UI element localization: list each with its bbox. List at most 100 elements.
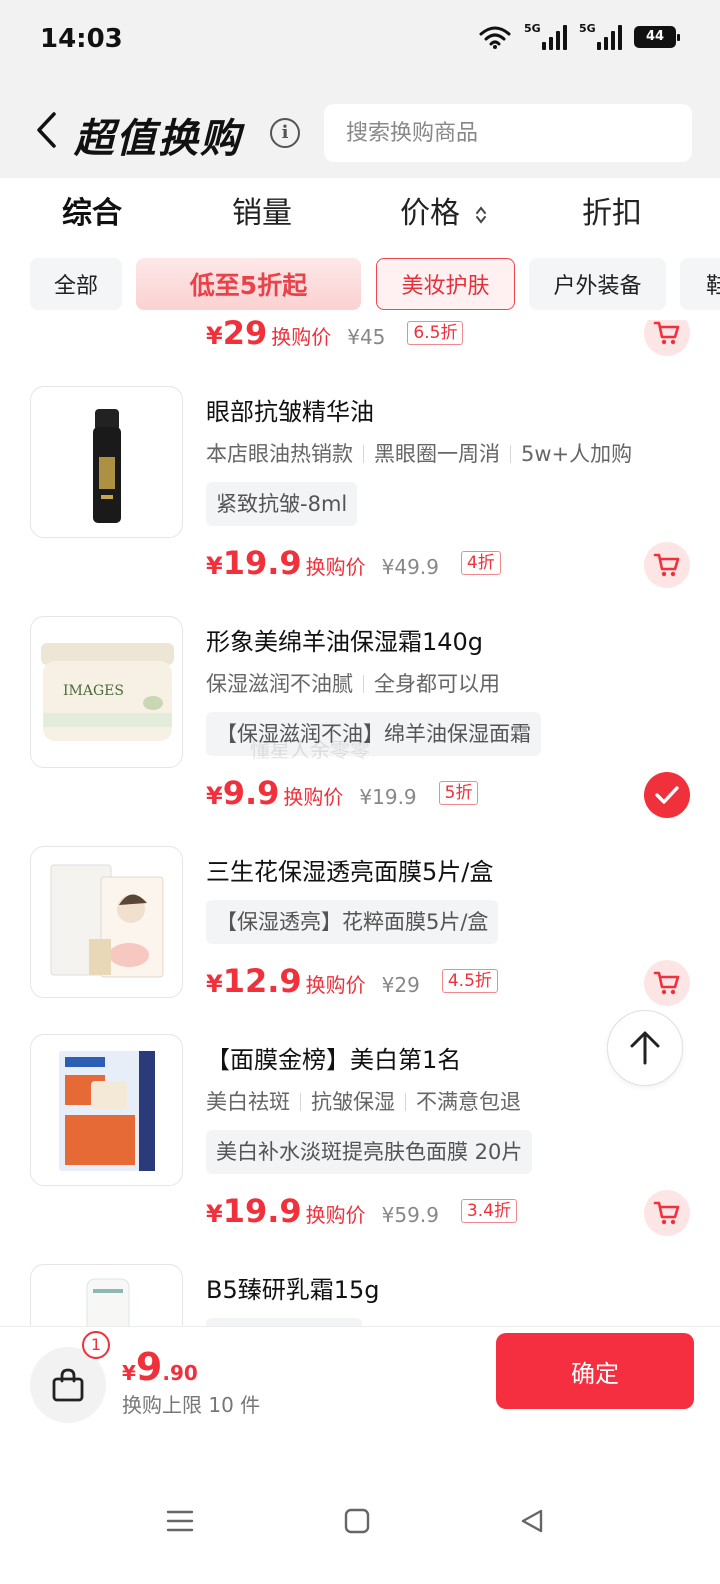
menu-nav-button[interactable] (166, 1508, 194, 1538)
exchange-price-label: 换购价 (305, 1203, 366, 1227)
product-tags: 本店眼油热销款 黑眼圈一周消 5w+人加购 (206, 438, 632, 468)
shopping-bag-icon (52, 1368, 84, 1402)
system-nav-bar (0, 1436, 720, 1584)
network-type-2: 5G (579, 22, 596, 35)
network-type-1: 5G (524, 22, 541, 35)
exchange-price-label: 换购价 (283, 785, 344, 809)
product-item[interactable]: B5臻研乳霜15g (0, 1264, 720, 1326)
whitening-mask-box-image (59, 1051, 155, 1171)
cream-jar-image: IMAGES (41, 643, 174, 741)
product-spec[interactable]: 【保湿滋润不油】绵羊油保湿面霜 (206, 712, 541, 756)
product-tag: 本店眼油热销款 (206, 442, 353, 466)
info-icon[interactable]: i (270, 118, 300, 148)
product-spec[interactable]: 【保湿透亮】花粹面膜5片/盒 (206, 900, 499, 944)
battery-icon: 44 (634, 26, 680, 48)
product-thumbnail[interactable]: IMAGES (30, 616, 183, 768)
arrow-up-icon (630, 1031, 660, 1065)
back-arrow-icon (37, 112, 56, 148)
product-tags: 美白祛斑 抗皱保湿 不满意包退 (206, 1086, 521, 1116)
status-icons: 5G 5G 44 (478, 22, 680, 50)
product-tags: 保湿滋润不油腻 全身都可以用 (206, 668, 500, 698)
scroll-to-top-button[interactable] (607, 1010, 683, 1086)
sort-tabs: 综合 销量 价格 折扣 (0, 178, 720, 244)
product-tag: 抗皱保湿 (311, 1090, 395, 1114)
exchange-price: ¥12.9 (206, 962, 302, 1000)
eye-serum-bottle-image (93, 409, 121, 523)
price-row: ¥19.9 换购价 ¥59.9 3.4折 (206, 1192, 517, 1230)
price-row: ¥9.9 换购价 ¥19.9 5折 (206, 774, 479, 812)
chip-promo[interactable]: 低至5折起 (136, 258, 361, 310)
exchange-limit-text: 换购上限 10 件 (122, 1393, 261, 1417)
original-price: ¥45 (347, 325, 386, 349)
cart-icon (653, 971, 680, 995)
header: 超值换购 i (0, 80, 720, 178)
product-spec[interactable]: 美白补水淡斑提亮肤色面膜 20片 (206, 1130, 533, 1174)
exchange-price: ¥19.9 (206, 544, 302, 582)
chip-shoes[interactable]: 鞋 (680, 258, 720, 310)
product-tag: 5w+人加购 (521, 442, 633, 466)
chip-beauty-skincare[interactable]: 美妆护肤 (376, 258, 515, 310)
product-tag: 黑眼圈一周消 (374, 442, 500, 466)
product-tag: 保湿滋润不油腻 (206, 672, 353, 696)
exchange-price-label: 换购价 (271, 325, 332, 349)
product-item[interactable]: ¥29 换购价 ¥45 6.5折 (0, 320, 720, 368)
exchange-price: ¥9.9 (206, 774, 280, 812)
add-to-cart-button[interactable] (644, 320, 690, 356)
original-price: ¥29 (381, 973, 420, 997)
back-nav-button[interactable] (520, 1508, 544, 1538)
cart-icon (653, 553, 680, 577)
product-thumbnail[interactable] (30, 1264, 183, 1326)
confirm-button[interactable]: 确定 (496, 1333, 694, 1409)
product-thumbnail[interactable] (30, 846, 183, 998)
product-item[interactable]: 眼部抗皱精华油 本店眼油热销款 黑眼圈一周消 5w+人加购 紧致抗皱-8ml ¥19… (0, 386, 720, 606)
product-tag: 美白祛斑 (206, 1090, 290, 1114)
add-to-cart-button[interactable] (644, 960, 690, 1006)
product-tag: 全身都可以用 (374, 672, 500, 696)
tab-discount[interactable]: 折扣 (582, 188, 642, 232)
discount-badge: 6.5折 (407, 321, 464, 345)
tab-price[interactable]: 价格 (400, 188, 488, 232)
product-spec (206, 1318, 362, 1326)
search-input[interactable] (324, 104, 692, 162)
wifi-icon (479, 26, 511, 49)
product-thumbnail[interactable] (30, 386, 183, 538)
product-thumbnail[interactable] (30, 1034, 183, 1186)
add-to-cart-button[interactable] (644, 1190, 690, 1236)
product-tag: 不满意包退 (416, 1090, 521, 1114)
back-button[interactable] (28, 108, 64, 152)
selected-check-button[interactable] (644, 772, 690, 818)
original-price: ¥49.9 (381, 555, 439, 579)
back-triangle-icon (521, 1509, 543, 1533)
svg-text:IMAGES: IMAGES (63, 683, 124, 699)
price-row: ¥19.9 换购价 ¥49.9 4折 (206, 544, 501, 582)
tab-comprehensive[interactable]: 综合 (62, 188, 122, 232)
chip-outdoor-gear[interactable]: 户外装备 (529, 258, 666, 310)
exchange-price: ¥19.9 (206, 1192, 302, 1230)
product-list: ¥29 换购价 ¥45 6.5折 眼部抗皱精华油 本店眼油热销款 黑眼圈一周消 5w… (0, 320, 720, 1326)
price-row: ¥12.9 换购价 ¥29 4.5折 (206, 962, 498, 1000)
product-spec[interactable]: 紧致抗皱-8ml (206, 482, 358, 526)
product-name: 形象美绵羊油保湿霜140g (206, 628, 484, 656)
search-box[interactable] (324, 104, 692, 162)
menu-icon (166, 1510, 194, 1532)
status-time: 14:03 (40, 24, 123, 54)
chip-all[interactable]: 全部 (30, 258, 122, 310)
exchange-price-label: 换购价 (305, 555, 366, 579)
discount-badge: 3.4折 (460, 1199, 517, 1223)
bag-count-badge: 1 (82, 1331, 110, 1359)
tab-price-label: 价格 (400, 196, 460, 231)
product-name: B5臻研乳霜15g (206, 1276, 380, 1304)
cream-tube-image (86, 1278, 130, 1326)
filter-row: 全部 低至5折起 美妆护肤 户外装备 鞋 (0, 244, 720, 320)
tab-sales[interactable]: 销量 (232, 188, 292, 232)
exchange-price: ¥29 (206, 320, 268, 352)
product-name: 三生花保湿透亮面膜5片/盒 (206, 858, 494, 886)
home-nav-button[interactable] (344, 1508, 370, 1538)
sort-arrows-icon (475, 205, 486, 224)
signal-icon-1: 5G (524, 22, 567, 50)
product-item[interactable]: IMAGES 形象美绵羊油保湿霜140g 保湿滋润不油腻 全身都可以用 【保湿滋润… (0, 616, 720, 836)
product-item[interactable]: 三生花保湿透亮面膜5片/盒 【保湿透亮】花粹面膜5片/盒 ¥12.9 换购价 ¥… (0, 846, 720, 1026)
exchange-price-label: 换购价 (305, 973, 366, 997)
add-to-cart-button[interactable] (644, 542, 690, 588)
face-mask-box-image (50, 864, 164, 978)
